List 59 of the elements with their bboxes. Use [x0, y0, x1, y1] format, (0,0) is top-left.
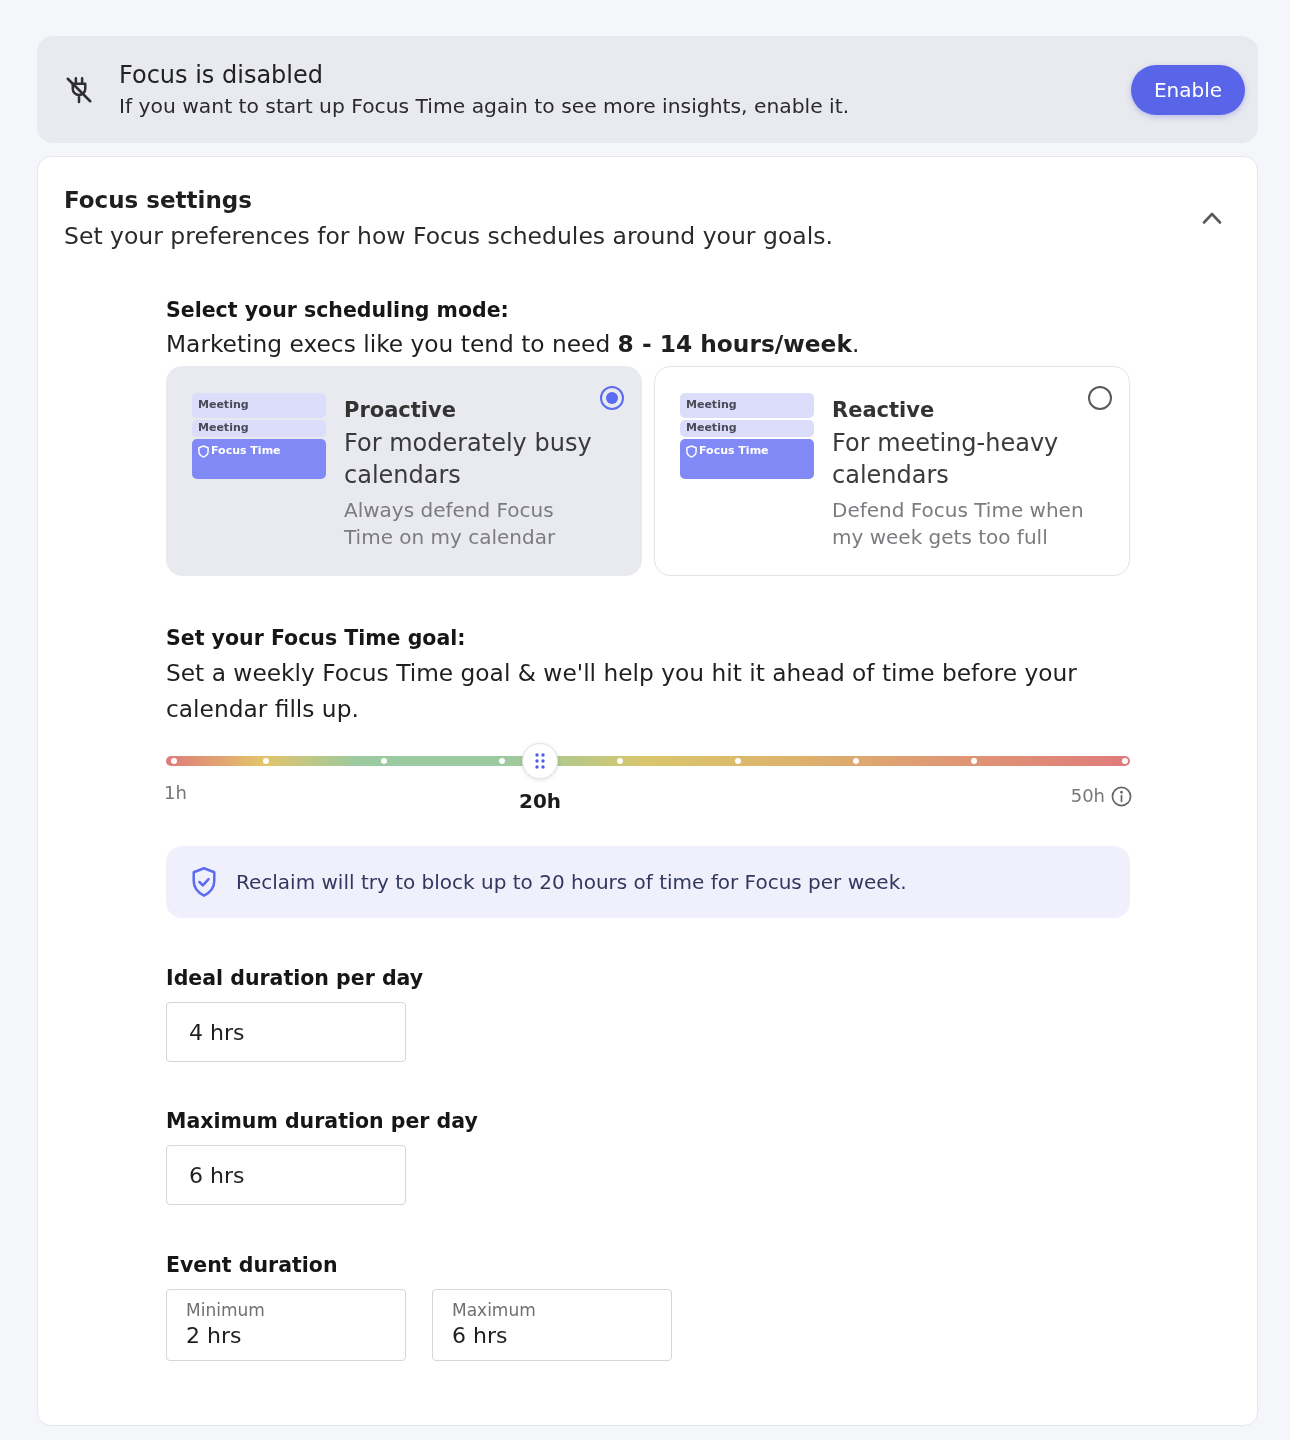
mode-subtitle: For meeting-heavy calendars — [832, 428, 1060, 491]
slider-max-label: 50h — [1070, 784, 1105, 808]
duration-input[interactable]: 6 hrs — [452, 1321, 572, 1351]
field-label: Event duration — [166, 1252, 338, 1279]
slider-value: 20h — [519, 789, 562, 813]
duration-input[interactable]: 2 hrs — [186, 1321, 306, 1351]
duration-field[interactable]: 4 hrs — [166, 1002, 406, 1062]
mode-subtitle: For moderately busy calendars — [344, 428, 593, 491]
section-subtitle: Set your preferences for how Focus schedules around your goals. — [64, 221, 833, 252]
calendar-event: Meeting — [680, 393, 814, 418]
tick-dot-icon — [499, 758, 506, 764]
tick-dot-icon — [263, 758, 270, 764]
tick-dot-icon — [734, 758, 741, 764]
tick-dot-icon — [617, 758, 624, 764]
goal-description: Set a weekly Focus Time goal & we'll help you hit it ahead of time before your calendar fills up. — [166, 658, 1078, 724]
mode-title: Reactive — [832, 397, 935, 424]
calendar-event: Meeting — [192, 420, 326, 437]
duration-field[interactable]: Minimum 2 hrs — [166, 1289, 406, 1361]
grip-icon — [535, 753, 546, 769]
mode-description: Always defend Focus Time on my calendar — [344, 497, 557, 551]
chevron-icon — [1201, 211, 1223, 225]
slider-thumb[interactable] — [522, 743, 559, 779]
unplugged-icon — [64, 74, 94, 105]
tick-dot-icon — [1122, 758, 1129, 764]
goal-slider-track[interactable] — [166, 743, 1130, 779]
calendar-event: Meeting — [192, 393, 326, 418]
field-label: Ideal duration per day — [166, 965, 424, 992]
tick-dot-icon — [853, 758, 860, 764]
shield-icon — [686, 445, 697, 458]
mode-option-card[interactable]: Meeting Meeting Focus Time Reactive For meeting-heavy calendars Defend Focus Time when my week gets too full — [654, 366, 1130, 576]
shield-check-icon — [190, 866, 218, 898]
tick-dot-icon — [170, 758, 177, 764]
event-title: Focus Time — [211, 443, 281, 459]
duration-field[interactable]: Maximum 6 hrs — [432, 1289, 672, 1361]
section-heading: Set your Focus Time goal: — [166, 625, 466, 652]
info-text: Reclaim will try to block up to 20 hours of time for Focus per week. — [236, 870, 907, 894]
mode-description: Defend Focus Time when my week gets too full — [832, 497, 1085, 551]
duration-field[interactable]: 6 hrs — [166, 1145, 406, 1205]
event-title: Focus Time — [699, 443, 769, 459]
floating-label: Minimum — [186, 1299, 265, 1321]
recommendation-text: Marketing execs like you tend to need 8 - 14 hours/week. — [166, 329, 860, 359]
info-icon[interactable] — [1111, 785, 1132, 807]
section-heading: Select your scheduling mode: — [166, 297, 509, 324]
radio-button[interactable] — [600, 386, 624, 410]
floating-label: Maximum — [452, 1299, 536, 1321]
collapse-button[interactable] — [1201, 211, 1223, 225]
mode-title: Proactive — [344, 397, 456, 424]
radio-button[interactable] — [1088, 386, 1112, 410]
section-title: Focus settings — [64, 186, 252, 215]
enable-button[interactable]: Enable — [1131, 64, 1245, 115]
tick-dot-icon — [380, 758, 387, 764]
slider-min-label: 1h — [164, 781, 187, 805]
tick-dot-icon — [970, 758, 977, 764]
field-label: Maximum duration per day — [166, 1108, 478, 1135]
shield-icon — [198, 445, 209, 458]
banner-title: Focus is disabled — [119, 59, 323, 91]
banner-message: If you want to start up Focus Time again to see more insights, enable it. — [119, 92, 850, 120]
calendar-event: Meeting — [680, 420, 814, 437]
mode-option-card[interactable]: Meeting Meeting Focus Time Proactive For moderately busy calendars Always defend Focus Time on my calendar — [166, 366, 642, 576]
